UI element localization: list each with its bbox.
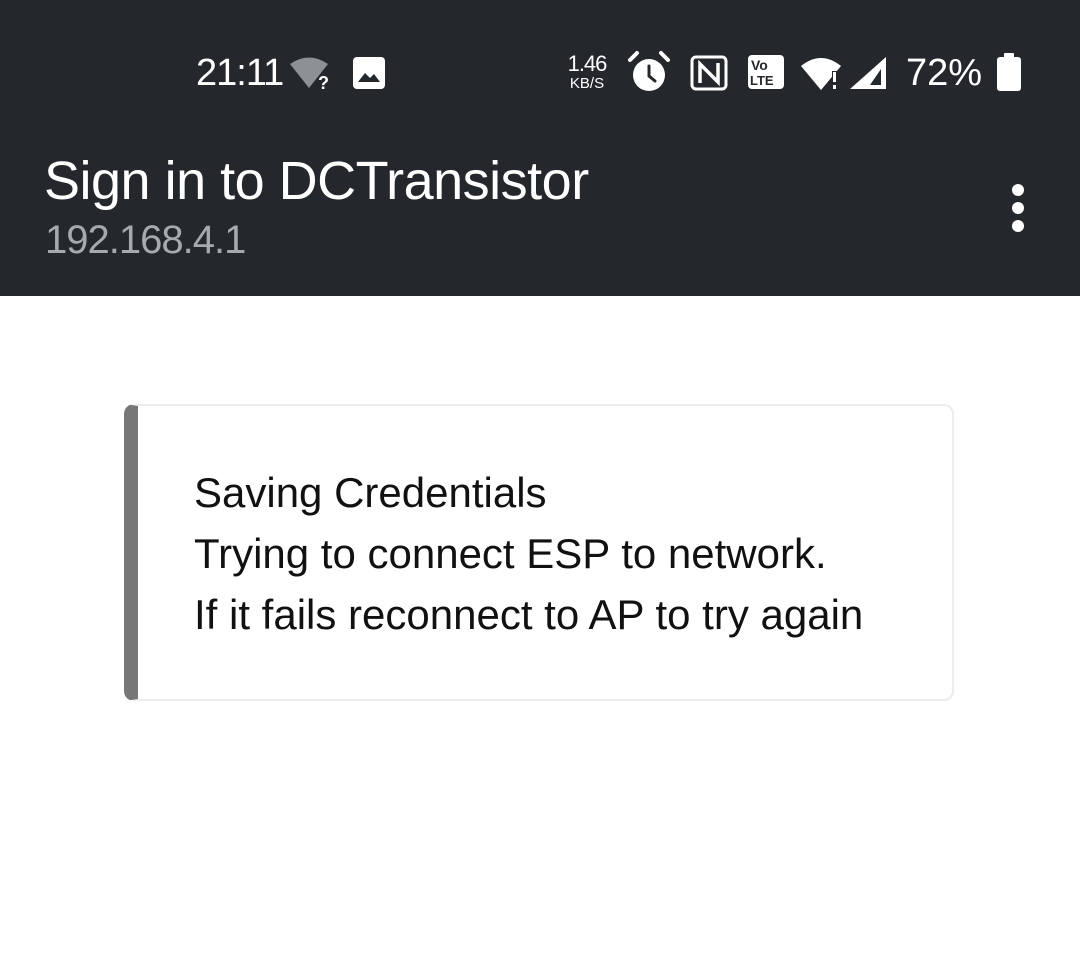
net-speed: 1.46 KB/S [564,51,610,92]
status-bar: 21:11 ? 1.46 KB/S Vo LTE 72% [0,0,1080,140]
message-card: Saving Credentials Trying to connect ESP… [124,404,954,701]
page-title: Sign in to DCTransistor [44,151,589,211]
message-line-1: Saving Credentials [194,469,547,516]
wifi-alert-icon [801,58,841,90]
battery-icon [997,53,1021,91]
image-icon [353,57,385,89]
nfc-icon [690,55,728,91]
overflow-menu-icon[interactable] [996,178,1040,238]
menu-dot [1012,202,1024,214]
message-line-3: If it fails reconnect to AP to try again [194,591,864,638]
menu-dot [1012,220,1024,232]
page-url: 192.168.4.1 [45,218,246,262]
status-time: 21:11 [196,52,284,94]
app-bar: Sign in to DCTransistor 192.168.4.1 [0,140,1080,296]
svg-text:LTE: LTE [750,73,774,88]
svg-text:Vo: Vo [751,57,768,73]
svg-text:?: ? [318,73,329,91]
net-speed-unit: KB/S [569,75,605,92]
menu-dot [1012,184,1024,196]
message-line-2: Trying to connect ESP to network. [194,530,827,577]
volte-icon: Vo LTE [748,55,784,89]
battery-percent: 72% [906,52,983,94]
web-content: Saving Credentials Trying to connect ESP… [0,296,1080,960]
net-speed-value: 1.46 [567,51,608,76]
cell-signal-icon [850,57,886,89]
wifi-question-icon: ? [290,57,329,91]
alarm-icon [628,51,670,91]
